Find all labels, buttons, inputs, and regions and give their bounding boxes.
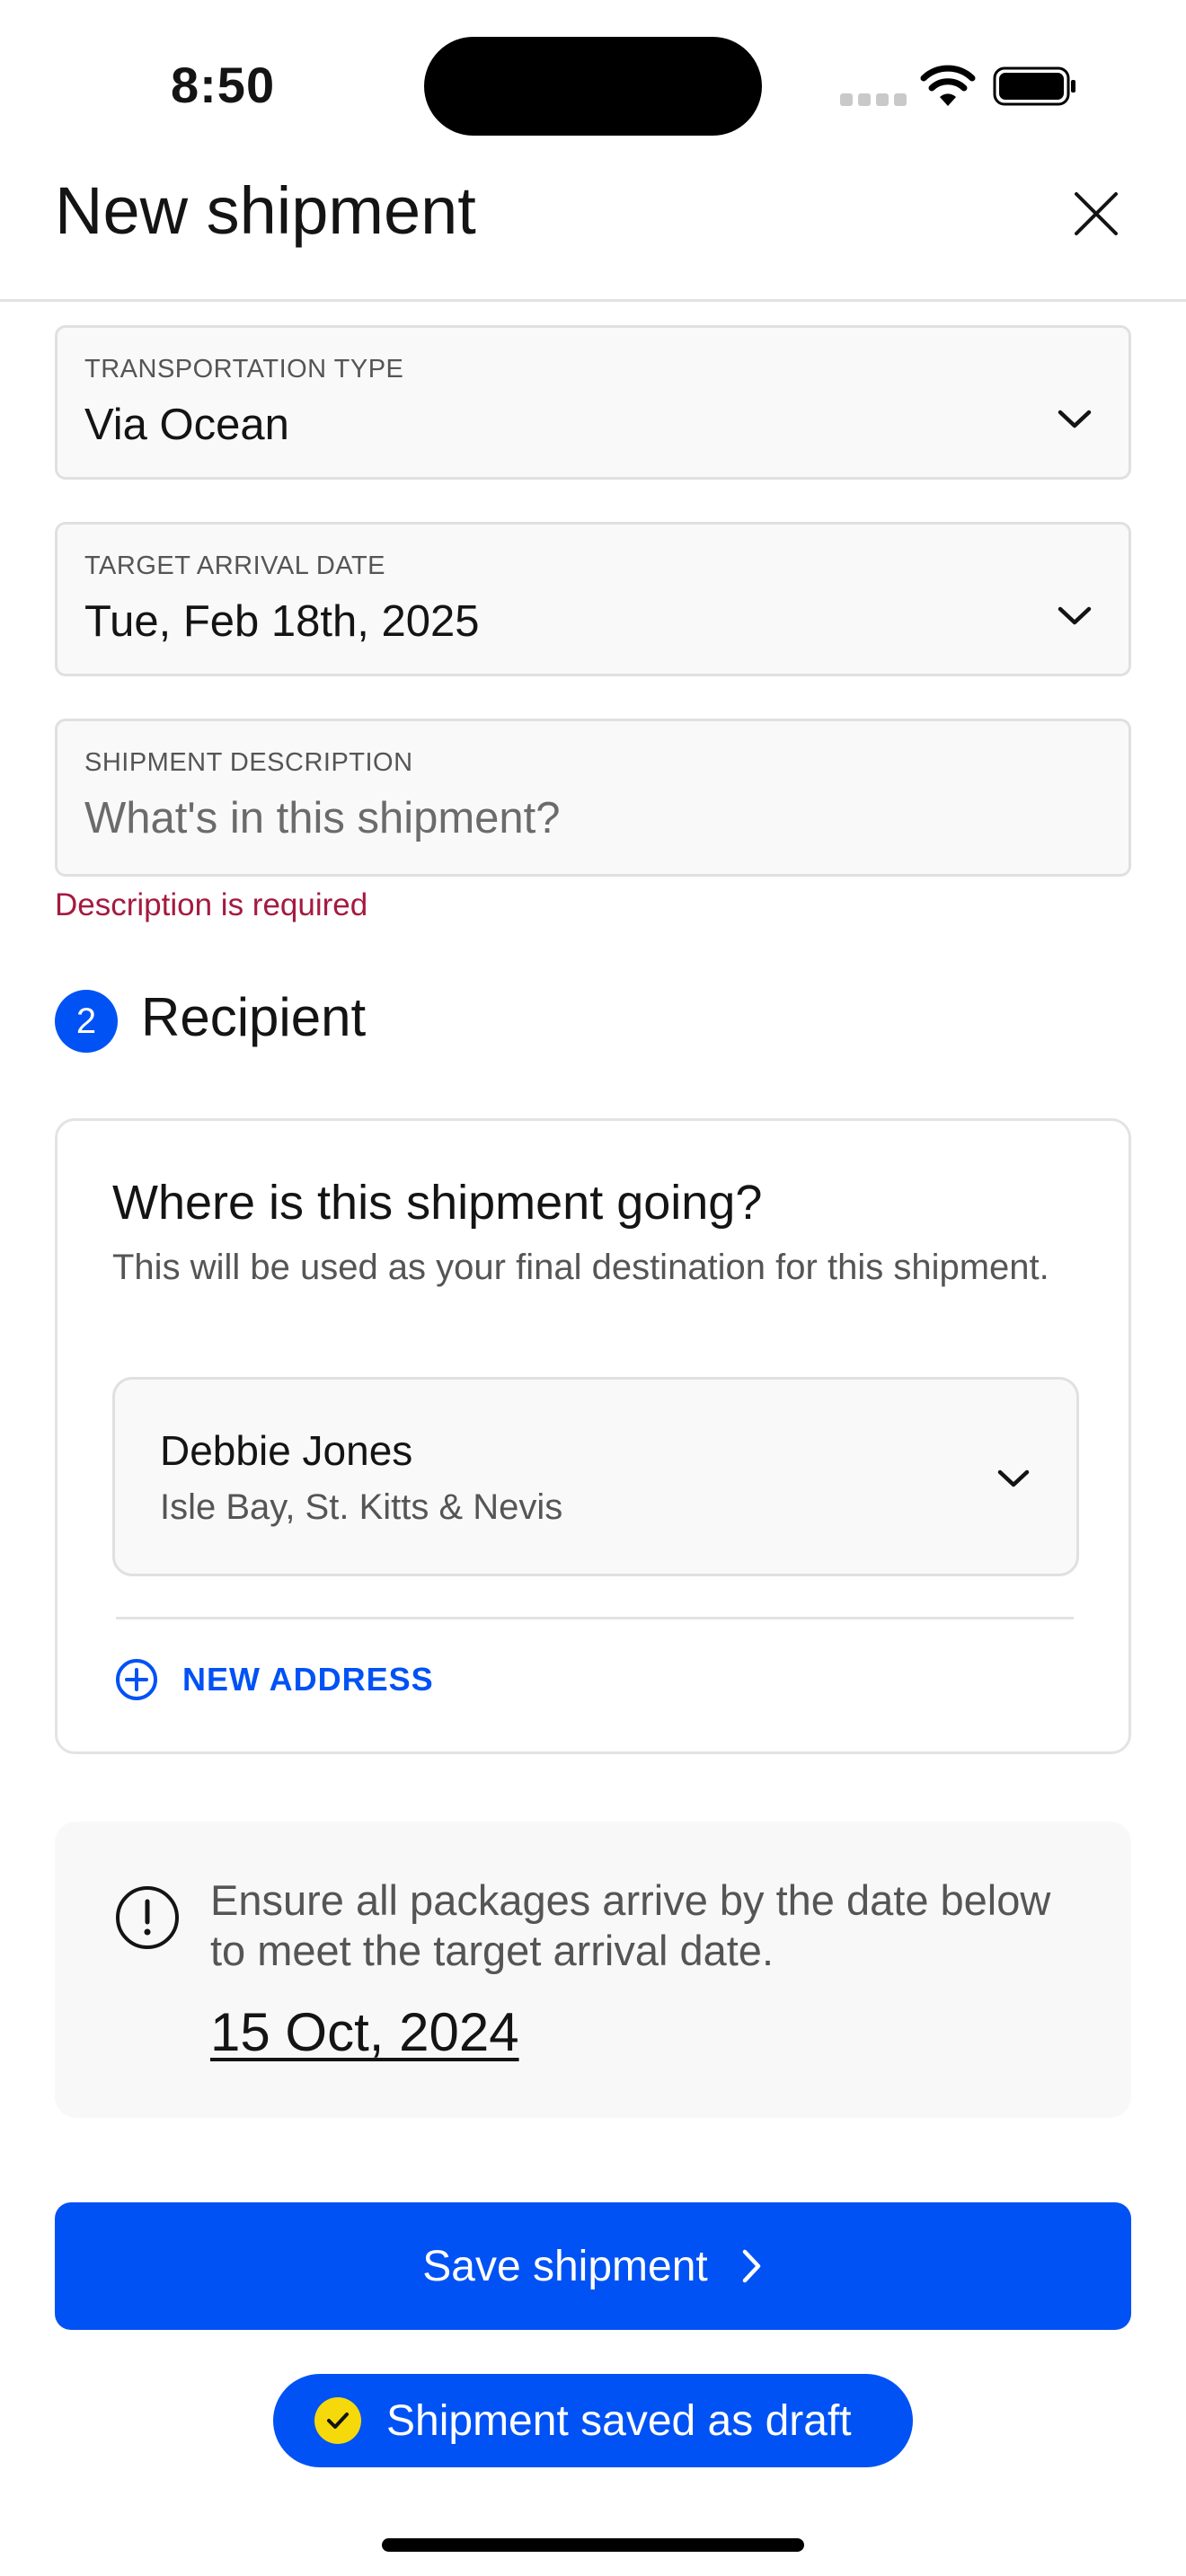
status-bar: 8:50 bbox=[0, 0, 1186, 162]
recipient-location: Isle Bay, St. Kitts & Nevis bbox=[160, 1487, 563, 1527]
shipment-description-label: SHIPMENT DESCRIPTION bbox=[84, 748, 413, 777]
transportation-type-label: TRANSPORTATION TYPE bbox=[84, 355, 404, 384]
close-icon bbox=[1075, 192, 1118, 235]
dynamic-island bbox=[424, 37, 762, 136]
drop-off-deadline-date[interactable]: 15 Oct, 2024 bbox=[210, 2001, 519, 2063]
chevron-down-icon bbox=[1058, 606, 1092, 625]
target-arrival-date-label: TARGET ARRIVAL DATE bbox=[84, 551, 386, 580]
save-shipment-label: Save shipment bbox=[422, 2242, 708, 2290]
chevron-right-icon bbox=[742, 2249, 760, 2283]
screen-header: New shipment bbox=[0, 162, 1186, 302]
recipient-section-title: Recipient bbox=[141, 987, 367, 1047]
recipient-card-title: Where is this shipment going? bbox=[112, 1176, 763, 1230]
cellular-signal-icon bbox=[840, 93, 907, 106]
new-address-label: NEW ADDRESS bbox=[182, 1661, 434, 1698]
plus-circle-icon bbox=[116, 1659, 157, 1700]
transportation-type-value: Via Ocean bbox=[84, 401, 289, 449]
shipment-description-field[interactable]: SHIPMENT DESCRIPTION What's in this ship… bbox=[55, 719, 1131, 877]
step-number-badge: 2 bbox=[55, 990, 118, 1053]
status-time: 8:50 bbox=[171, 57, 276, 113]
recipient-card: Where is this shipment going? This will … bbox=[55, 1118, 1131, 1754]
target-arrival-date-select[interactable]: TARGET ARRIVAL DATE Tue, Feb 18th, 2025 bbox=[55, 522, 1131, 676]
recipient-address-select[interactable]: Debbie Jones Isle Bay, St. Kitts & Nevis bbox=[112, 1377, 1079, 1576]
draft-saved-toast: Shipment saved as draft bbox=[273, 2374, 913, 2467]
new-address-button[interactable]: NEW ADDRESS bbox=[114, 1653, 434, 1707]
target-arrival-date-value: Tue, Feb 18th, 2025 bbox=[84, 597, 480, 646]
recipient-card-subtitle: This will be used as your final destinat… bbox=[112, 1248, 1049, 1287]
save-shipment-button[interactable]: Save shipment bbox=[55, 2202, 1131, 2330]
arrival-notice-text: Ensure all packages arrive by the date b… bbox=[210, 1876, 1051, 1974]
divider bbox=[116, 1617, 1074, 1619]
chevron-down-icon bbox=[997, 1469, 1030, 1487]
check-circle-icon bbox=[314, 2397, 361, 2444]
wifi-icon bbox=[920, 65, 976, 106]
close-button[interactable] bbox=[1060, 178, 1132, 250]
transportation-type-select[interactable]: TRANSPORTATION TYPE Via Ocean bbox=[55, 325, 1131, 480]
toast-message: Shipment saved as draft bbox=[386, 2396, 852, 2445]
home-indicator[interactable] bbox=[382, 2538, 804, 2552]
shipment-description-placeholder[interactable]: What's in this shipment? bbox=[84, 793, 561, 843]
page-title: New shipment bbox=[55, 173, 476, 248]
new-shipment-screen: 8:50 New shipment TRANSPORTATION TYPE Vi… bbox=[0, 0, 1186, 2576]
chevron-down-icon bbox=[1058, 410, 1092, 428]
description-error-message: Description is required bbox=[55, 887, 368, 922]
battery-icon bbox=[993, 66, 1075, 106]
arrival-notice-panel: Ensure all packages arrive by the date b… bbox=[55, 1822, 1131, 2118]
recipient-name: Debbie Jones bbox=[160, 1427, 413, 1474]
alert-circle-icon bbox=[116, 1886, 179, 1949]
